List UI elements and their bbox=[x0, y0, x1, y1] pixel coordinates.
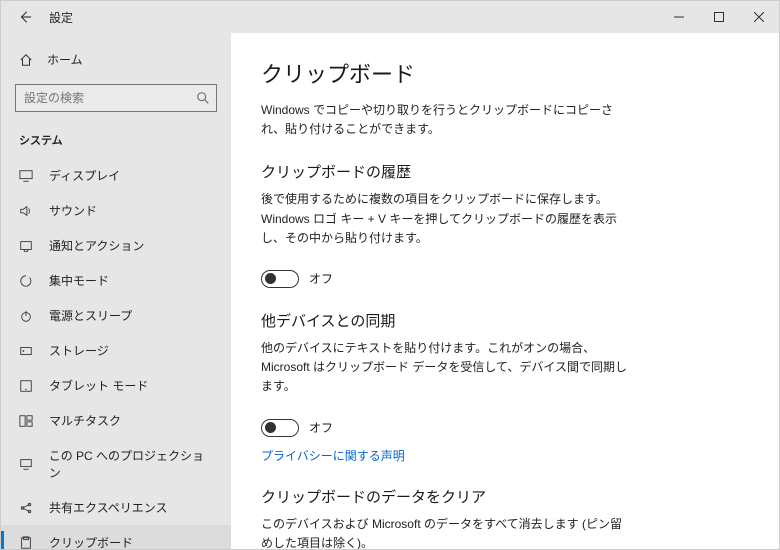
section-history-desc: 後で使用するために複数の項目をクリップボードに保存します。Windows ロゴ … bbox=[261, 190, 631, 248]
sync-toggle-label: オフ bbox=[309, 419, 333, 436]
shared-icon bbox=[19, 501, 35, 515]
sidebar-item-label: 共有エクスペリエンス bbox=[49, 499, 168, 516]
projection-icon bbox=[19, 457, 35, 471]
multitask-icon bbox=[19, 414, 35, 428]
sidebar-item-power[interactable]: 電源とスリープ bbox=[1, 298, 231, 333]
sidebar-item-sound[interactable]: サウンド bbox=[1, 193, 231, 228]
sidebar-item-label: 通知とアクション bbox=[49, 237, 144, 254]
sidebar-item-shared[interactable]: 共有エクスペリエンス bbox=[1, 490, 231, 525]
sidebar-item-label: タブレット モード bbox=[49, 377, 148, 394]
search-box[interactable] bbox=[15, 84, 217, 112]
sidebar-item-storage[interactable]: ストレージ bbox=[1, 333, 231, 368]
section-clear-heading: クリップボードのデータをクリア bbox=[261, 486, 749, 507]
home-icon bbox=[19, 53, 35, 67]
app-title: 設定 bbox=[49, 9, 73, 26]
history-toggle-label: オフ bbox=[309, 270, 333, 287]
sidebar-nav: ディスプレイサウンド通知とアクション集中モード電源とスリープストレージタブレット… bbox=[1, 158, 231, 549]
section-history-heading: クリップボードの履歴 bbox=[261, 161, 749, 182]
section-clear: クリップボードのデータをクリア このデバイスおよび Microsoft のデータ… bbox=[261, 486, 749, 550]
search-icon bbox=[196, 91, 210, 105]
sidebar-item-tablet[interactable]: タブレット モード bbox=[1, 368, 231, 403]
storage-icon bbox=[19, 344, 35, 358]
sync-toggle[interactable] bbox=[261, 419, 299, 437]
sidebar-item-label: 集中モード bbox=[49, 272, 109, 289]
section-sync-desc: 他のデバイスにテキストを貼り付けます。これがオンの場合、Microsoft はク… bbox=[261, 339, 631, 397]
section-clear-desc: このデバイスおよび Microsoft のデータをすべて消去します (ピン留めし… bbox=[261, 515, 631, 550]
sidebar-item-notification[interactable]: 通知とアクション bbox=[1, 228, 231, 263]
page-title: クリップボード bbox=[261, 57, 749, 89]
back-button[interactable] bbox=[15, 7, 35, 27]
sidebar-item-display[interactable]: ディスプレイ bbox=[1, 158, 231, 193]
content-area: クリップボード Windows でコピーや切り取りを行うとクリップボードにコピー… bbox=[231, 33, 779, 549]
sidebar: ホーム システム ディスプレイサウンド通知とアクション集中モード電源とスリープス… bbox=[1, 33, 231, 549]
section-history: クリップボードの履歴 後で使用するために複数の項目をクリップボードに保存します。… bbox=[261, 161, 749, 288]
section-sync: 他デバイスとの同期 他のデバイスにテキストを貼り付けます。これがオンの場合、Mi… bbox=[261, 310, 749, 464]
sidebar-item-label: この PC へのプロジェクション bbox=[49, 447, 213, 481]
sidebar-home[interactable]: ホーム bbox=[1, 43, 231, 76]
power-icon bbox=[19, 309, 35, 323]
maximize-button[interactable] bbox=[699, 1, 739, 33]
section-sync-heading: 他デバイスとの同期 bbox=[261, 310, 749, 331]
sidebar-item-label: マルチタスク bbox=[49, 412, 121, 429]
close-button[interactable] bbox=[739, 1, 779, 33]
minimize-button[interactable] bbox=[659, 1, 699, 33]
search-input[interactable] bbox=[24, 91, 196, 105]
sidebar-item-focus[interactable]: 集中モード bbox=[1, 263, 231, 298]
sidebar-category: システム bbox=[1, 122, 231, 154]
page-intro: Windows でコピーや切り取りを行うとクリップボードにコピーされ、貼り付ける… bbox=[261, 101, 631, 139]
focus-icon bbox=[19, 274, 35, 288]
sidebar-item-label: ディスプレイ bbox=[49, 167, 120, 184]
sidebar-home-label: ホーム bbox=[47, 51, 83, 68]
titlebar: 設定 bbox=[1, 1, 779, 33]
sidebar-item-label: クリップボード bbox=[49, 534, 133, 549]
sidebar-item-label: ストレージ bbox=[49, 342, 109, 359]
tablet-icon bbox=[19, 379, 35, 393]
display-icon bbox=[19, 169, 35, 183]
sidebar-item-label: 電源とスリープ bbox=[49, 307, 132, 324]
clipboard-icon bbox=[19, 536, 35, 550]
sidebar-item-label: サウンド bbox=[49, 202, 97, 219]
settings-window: 設定 ホーム bbox=[0, 0, 780, 550]
notification-icon bbox=[19, 239, 35, 253]
sidebar-item-projection[interactable]: この PC へのプロジェクション bbox=[1, 438, 231, 490]
privacy-link[interactable]: プライバシーに関する声明 bbox=[261, 449, 405, 463]
history-toggle[interactable] bbox=[261, 270, 299, 288]
sidebar-item-clipboard[interactable]: クリップボード bbox=[1, 525, 231, 549]
sound-icon bbox=[19, 204, 35, 218]
sidebar-item-multitask[interactable]: マルチタスク bbox=[1, 403, 231, 438]
